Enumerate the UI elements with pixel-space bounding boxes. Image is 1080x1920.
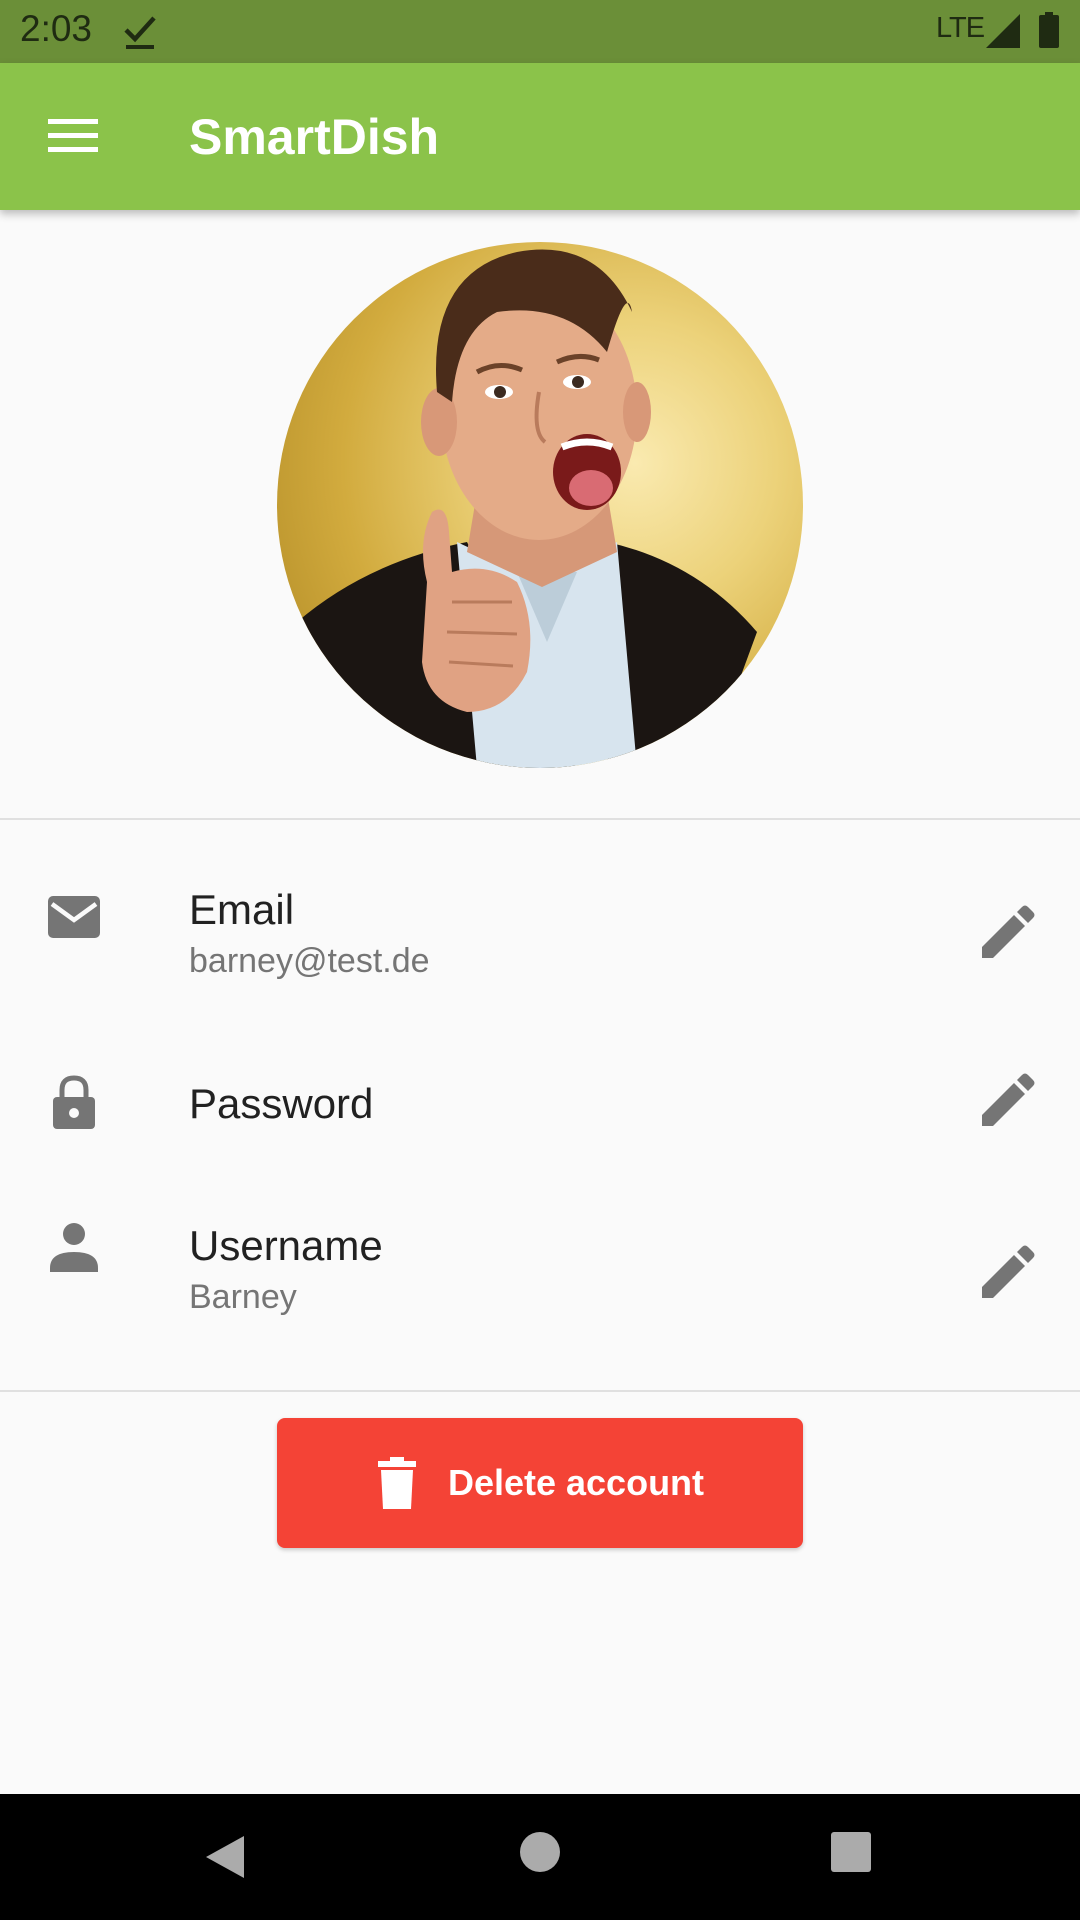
app-bar: SmartDish [0,63,1080,210]
profile-photo[interactable] [277,242,803,768]
delete-account-label: Delete account [447,1462,705,1503]
app-title: SmartDish [189,109,440,165]
menu-icon[interactable] [48,117,98,155]
home-icon[interactable] [520,1832,560,1872]
field-title-password: Password [189,1080,374,1127]
signal-icon [986,14,1020,48]
status-time: 2:03 [20,8,93,49]
field-row-password[interactable]: Password [0,1050,1080,1160]
profile-photo-illustration [297,249,757,768]
download-done-icon [124,16,156,49]
status-network: LTE [936,12,985,44]
lock-icon [53,1075,95,1129]
edit-icon[interactable] [976,1244,1036,1304]
edit-icon[interactable] [976,1072,1036,1132]
delete-account-button[interactable]: Delete account [277,1418,803,1548]
system-nav-bar [0,1794,1080,1920]
divider-bottom [0,1390,1080,1392]
back-icon[interactable] [204,1834,248,1880]
battery-icon [1039,12,1059,48]
person-icon [50,1223,98,1272]
edit-icon[interactable] [976,904,1036,964]
divider-top [0,818,1080,820]
trash-icon [377,1457,416,1509]
recent-apps-icon[interactable] [831,1832,871,1872]
field-row-email[interactable]: Email barney@test.de [0,860,1080,1010]
field-value-username: Barney [189,1278,297,1316]
field-title-email: Email [189,886,295,933]
field-value-email: barney@test.de [189,942,430,980]
field-title-username: Username [189,1222,383,1269]
field-row-username[interactable]: Username Barney [0,1200,1080,1350]
email-icon [48,896,100,938]
status-bar: 2:03 LTE [0,0,1080,63]
